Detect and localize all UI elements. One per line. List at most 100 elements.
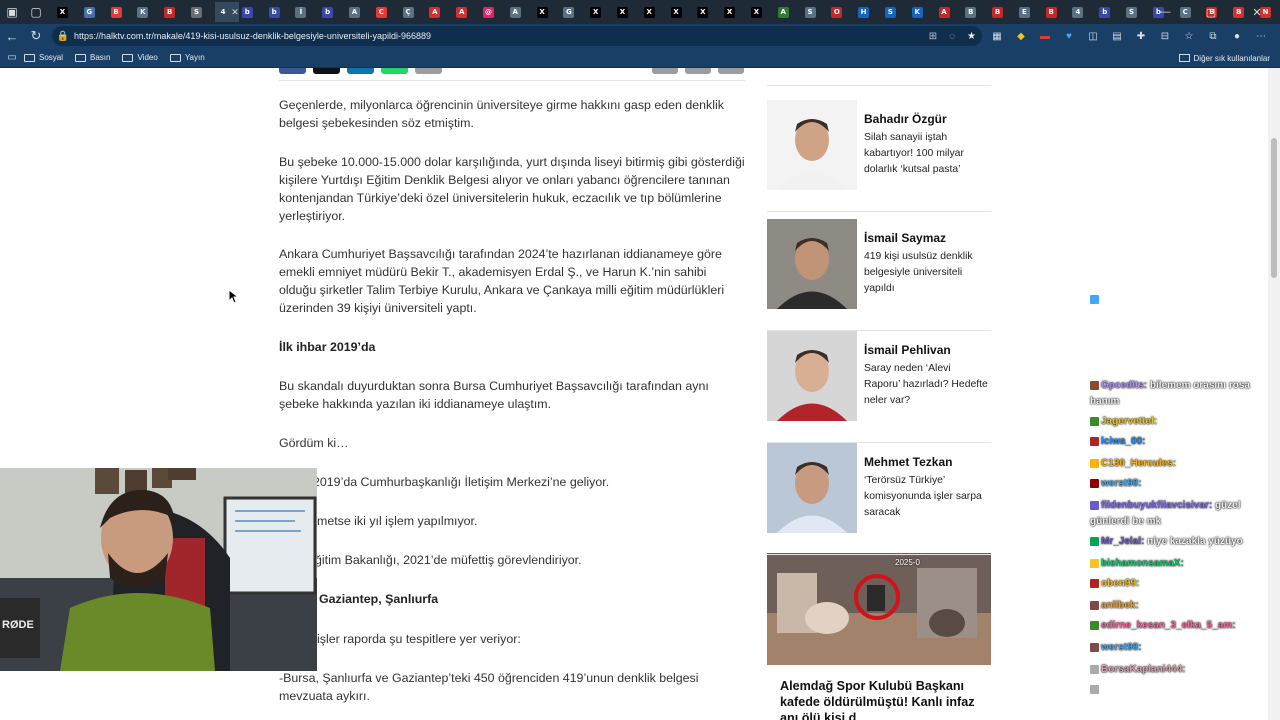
article-title-link[interactable]: ‘Terörsüz Türkiye’ komisyonunda işler sa… — [864, 473, 989, 521]
browser-tab[interactable]: 4 — [1069, 2, 1096, 22]
extension-icon[interactable]: ▬ — [1038, 31, 1052, 42]
minimize-icon[interactable]: — — [1142, 0, 1188, 24]
browser-tab[interactable]: X — [668, 2, 695, 22]
font-tool-button[interactable] — [685, 68, 711, 74]
browser-tab[interactable]: @ — [480, 2, 507, 22]
extension-icon[interactable]: ▦ — [990, 31, 1004, 42]
more-options-icon[interactable]: ⋯ — [1254, 31, 1268, 42]
article-title-link[interactable]: Silah sanayii iştah kabartıyor! 100 mily… — [864, 130, 989, 178]
browser-tab[interactable]: B — [108, 2, 135, 22]
author-name[interactable]: İsmail Pehlivan — [864, 343, 951, 357]
browser-tab[interactable]: O — [828, 2, 855, 22]
x-share-button[interactable] — [313, 68, 340, 74]
app-available-icon[interactable]: ⊞ — [929, 31, 937, 42]
browser-tab[interactable]: X — [721, 2, 748, 22]
browser-tab[interactable]: X — [748, 2, 775, 22]
news-thumbnail[interactable]: 2025-0 — [767, 553, 991, 665]
news-title[interactable]: Alemdağ Spor Kulubü Başkanı kafede öldür… — [780, 678, 985, 720]
author-card[interactable]: …, … — [767, 68, 991, 86]
tab-actions-icon[interactable]: ▢ — [24, 0, 48, 24]
author-photo[interactable] — [767, 100, 857, 190]
facebook-share-button[interactable] — [279, 68, 306, 74]
browser-tab[interactable]: b — [1096, 2, 1123, 22]
browser-tab[interactable]: A — [775, 2, 802, 22]
browser-tab[interactable]: G — [81, 2, 108, 22]
author-name[interactable]: Bahadır Özgür — [864, 112, 947, 126]
email-share-button[interactable] — [415, 68, 442, 74]
browser-tab[interactable]: A — [507, 2, 534, 22]
extensions-puzzle-icon[interactable]: ✚ — [1134, 31, 1148, 42]
back-icon[interactable]: ← — [0, 24, 24, 48]
address-bar[interactable]: 🔒 https://halktv.com.tr/makale/419-kisi-… — [52, 26, 982, 46]
article-title-link[interactable]: Saray neden ‘Alevi Raporu’ hazırladı? He… — [864, 361, 989, 409]
browser-tab[interactable]: S — [882, 2, 909, 22]
bookmark-folder-sosyal[interactable]: Sosyal — [24, 53, 63, 62]
browser-tab[interactable]: E — [1016, 2, 1043, 22]
browser-tab[interactable]: b — [239, 2, 266, 22]
extension-icon[interactable]: ♥ — [1062, 31, 1076, 42]
browser-tab[interactable]: K — [909, 2, 936, 22]
browser-tab[interactable]: A — [936, 2, 963, 22]
browser-tab[interactable]: X — [534, 2, 561, 22]
refresh-icon[interactable]: ↻ — [24, 24, 48, 48]
reader-icon[interactable]: ◌ — [949, 31, 955, 42]
bookmark-folder-yayin[interactable]: Yayın — [169, 53, 205, 62]
extension-icon[interactable]: ▤ — [1110, 31, 1124, 42]
lock-icon[interactable]: 🔒 — [52, 31, 74, 42]
author-card[interactable]: İsmail Pehlivan Saray neden ‘Alevi Raporu… — [767, 331, 991, 443]
browser-tab[interactable]: 4 ✕ — [214, 2, 239, 22]
close-tab-icon[interactable]: ✕ — [231, 7, 239, 18]
browser-tab[interactable]: H — [855, 2, 882, 22]
browser-tab[interactable]: S — [188, 2, 215, 22]
author-photo[interactable] — [767, 219, 857, 309]
browser-tab[interactable]: B — [989, 2, 1016, 22]
extension-icon[interactable]: ◫ — [1086, 31, 1100, 42]
whatsapp-share-button[interactable] — [381, 68, 408, 74]
browser-tab[interactable]: A — [346, 2, 373, 22]
collections-icon[interactable]: ⧉ — [1206, 31, 1220, 42]
bookmarks-menu-icon[interactable]: ▭ — [0, 46, 24, 70]
browser-tab[interactable]: X — [694, 2, 721, 22]
author-name[interactable]: İsmail Saymaz — [864, 231, 946, 245]
split-screen-icon[interactable]: ⊟ — [1158, 31, 1172, 42]
font-tool-button[interactable] — [718, 68, 744, 74]
favorites-icon[interactable]: ☆ — [1182, 31, 1196, 42]
extension-icon[interactable]: ◆ — [1014, 31, 1028, 42]
browser-tab[interactable]: A — [426, 2, 453, 22]
bookmark-folder-video[interactable]: Video — [122, 53, 158, 62]
author-name[interactable]: Mehmet Tezkan — [864, 455, 952, 469]
browser-tab[interactable]: G — [560, 2, 587, 22]
linkedin-share-button[interactable] — [347, 68, 374, 74]
maximize-icon[interactable]: ▢ — [1188, 0, 1234, 24]
author-card[interactable]: İsmail Saymaz 419 kişi usulsüz denklik be… — [767, 219, 991, 331]
browser-tab[interactable]: C — [373, 2, 400, 22]
browser-tab[interactable]: X — [54, 2, 81, 22]
browser-tab[interactable]: B — [962, 2, 989, 22]
browser-tab[interactable]: B — [161, 2, 188, 22]
favorite-star-icon[interactable]: ★ — [967, 31, 976, 42]
browser-tab[interactable]: K — [134, 2, 161, 22]
browser-tab[interactable]: X — [614, 2, 641, 22]
profile-avatar-icon[interactable]: ● — [1230, 31, 1244, 42]
bookmark-folder-basin[interactable]: Basın — [75, 53, 110, 62]
article-title-link[interactable]: 419 kişi usulsüz denklik belgesiyle üniv… — [864, 249, 989, 297]
workspaces-icon[interactable]: ▣ — [0, 0, 24, 24]
author-photo[interactable] — [767, 331, 857, 421]
url-text[interactable]: https://halktv.com.tr/makale/419-kisi-us… — [74, 31, 431, 41]
browser-tab[interactable]: b — [319, 2, 346, 22]
browser-tab[interactable]: Ç — [400, 2, 427, 22]
browser-tab[interactable]: X — [641, 2, 668, 22]
author-card[interactable]: Bahadır Özgür Silah sanayii iştah kabartı… — [767, 100, 991, 212]
other-favorites[interactable]: Diğer sık kullanılanlar — [1178, 48, 1270, 68]
close-window-icon[interactable]: ✕ — [1234, 0, 1280, 24]
browser-tab[interactable]: B — [1043, 2, 1070, 22]
author-card[interactable]: Mehmet Tezkan ‘Terörsüz Türkiye’ komisyon… — [767, 443, 991, 555]
browser-tab[interactable]: S — [802, 2, 829, 22]
browser-tab[interactable]: b — [266, 2, 293, 22]
browser-tab[interactable]: İ — [292, 2, 319, 22]
browser-tab[interactable]: X — [587, 2, 614, 22]
scrollbar-thumb[interactable] — [1271, 138, 1277, 278]
font-tool-button[interactable] — [652, 68, 678, 74]
author-photo[interactable] — [767, 443, 857, 533]
browser-tab[interactable]: A — [453, 2, 480, 22]
